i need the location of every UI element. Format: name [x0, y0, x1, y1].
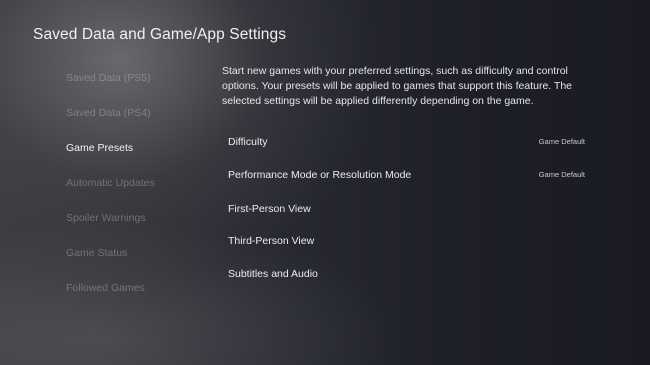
sidebar-item-saved-data-ps5[interactable]: Saved Data (PS5)	[66, 72, 151, 84]
presets-description: Start new games with your preferred sett…	[222, 65, 573, 107]
setting-value: Game Default	[538, 170, 585, 179]
setting-row-third-person-view[interactable]: Third-Person View	[228, 235, 588, 251]
page-title: Saved Data and Game/App Settings	[33, 26, 287, 43]
setting-row-difficulty[interactable]: Difficulty Game Default	[228, 136, 588, 152]
setting-value: Game Default	[538, 137, 585, 146]
setting-row-first-person-view[interactable]: First-Person View	[228, 203, 588, 219]
sidebar-item-followed-games[interactable]: Followed Games	[66, 282, 145, 294]
sidebar-item-game-presets[interactable]: Game Presets	[66, 142, 133, 154]
setting-row-subtitles-audio[interactable]: Subtitles and Audio	[228, 268, 588, 284]
setting-row-performance-mode[interactable]: Performance Mode or Resolution Mode Game…	[228, 169, 588, 185]
setting-label: Difficulty	[228, 136, 268, 148]
sidebar-item-spoiler-warnings[interactable]: Spoiler Warnings	[66, 212, 146, 224]
setting-label: Performance Mode or Resolution Mode	[228, 169, 412, 181]
setting-label: Third-Person View	[228, 235, 315, 247]
sidebar-item-saved-data-ps4[interactable]: Saved Data (PS4)	[66, 107, 151, 119]
sidebar-item-automatic-updates[interactable]: Automatic Updates	[66, 177, 155, 189]
setting-label: First-Person View	[228, 203, 311, 215]
settings-screen: Saved Data and Game/App Settings Saved D…	[0, 0, 650, 365]
sidebar-item-game-status[interactable]: Game Status	[66, 247, 127, 259]
setting-label: Subtitles and Audio	[228, 268, 318, 280]
